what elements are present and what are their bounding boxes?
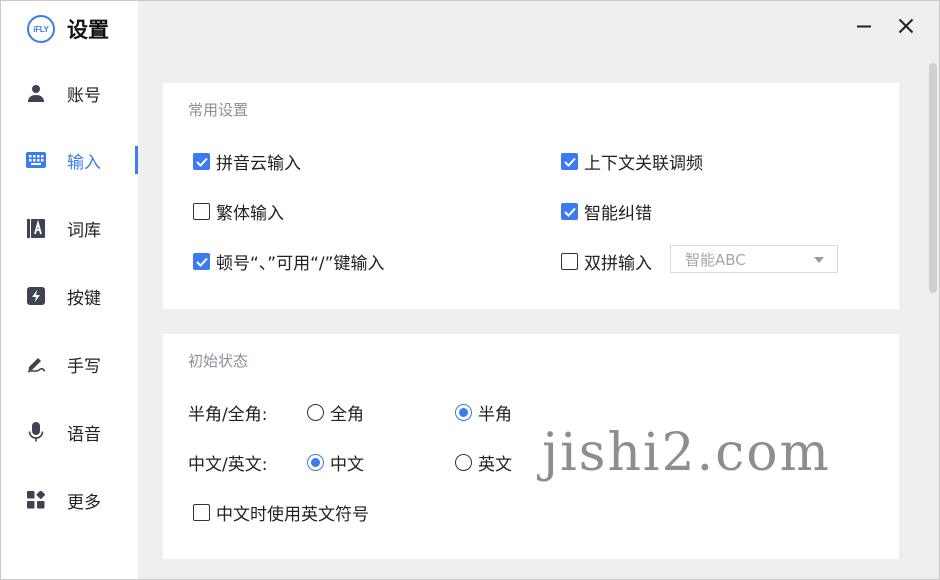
radio-circle xyxy=(455,404,472,421)
sidebar-item-label: 手写 xyxy=(67,356,101,377)
option-label: 顿号“、”可用“/”键输入 xyxy=(216,254,385,274)
checkbox-box xyxy=(193,504,210,521)
checkbox-box xyxy=(561,253,578,270)
sidebar-item-label: 更多 xyxy=(67,492,101,513)
caret-down-icon xyxy=(814,257,824,263)
half-width-radio[interactable]: 半角 xyxy=(455,400,512,425)
traditional-input-checkbox[interactable]: 繁体输入 xyxy=(193,199,284,224)
slash-comma-checkbox[interactable]: 顿号“、”可用“/”键输入 xyxy=(193,249,384,274)
settings-window: iFLY 设置 账号 输入 词库 按键 手写 语音 更多 常用设置 拼音云输入 … xyxy=(0,0,940,580)
checkbox-box xyxy=(193,253,210,270)
minimize-button[interactable] xyxy=(851,15,877,41)
sidebar-item-voice[interactable]: 语音 xyxy=(1,412,138,452)
select-value: 智能ABC xyxy=(685,250,746,269)
sidebar-item-keys[interactable]: 按键 xyxy=(1,276,138,316)
microphone-icon xyxy=(26,422,46,442)
keyboard-icon xyxy=(26,150,46,170)
sidebar-item-label: 输入 xyxy=(67,152,101,173)
option-label: 英文 xyxy=(478,455,512,475)
minus-icon xyxy=(857,18,871,38)
sidebar-item-more[interactable]: 更多 xyxy=(1,480,138,520)
sidebar-item-label: 语音 xyxy=(67,424,101,445)
close-button[interactable] xyxy=(893,15,919,41)
lightning-icon xyxy=(26,286,46,306)
brand: iFLY 设置 xyxy=(27,14,109,44)
sidebar-item-input[interactable]: 输入 xyxy=(1,140,138,180)
sidebar-item-label: 按键 xyxy=(67,288,101,309)
page-title: 设置 xyxy=(67,18,109,42)
chinese-radio[interactable]: 中文 xyxy=(307,450,364,475)
language-mode-label: 中文/英文: xyxy=(188,455,268,475)
shuangpin-scheme-select[interactable]: 智能ABC xyxy=(670,245,838,273)
option-label: 双拼输入 xyxy=(584,254,652,274)
option-label: 智能纠错 xyxy=(584,204,652,224)
option-label: 中文时使用英文符号 xyxy=(216,505,369,525)
pinyin-cloud-checkbox[interactable]: 拼音云输入 xyxy=(193,149,301,174)
option-label: 全角 xyxy=(330,405,364,425)
context-frequency-checkbox[interactable]: 上下文关联调频 xyxy=(561,149,703,174)
sidebar-item-account[interactable]: 账号 xyxy=(1,73,138,113)
pen-icon xyxy=(26,354,46,374)
watermark-text: jishi2.com xyxy=(542,423,831,483)
ifly-logo-icon: iFLY xyxy=(27,15,55,43)
option-label: 上下文关联调频 xyxy=(584,154,703,174)
radio-circle xyxy=(307,404,324,421)
option-label: 半角 xyxy=(478,405,512,425)
sidebar-item-handwrite[interactable]: 手写 xyxy=(1,344,138,384)
option-label: 拼音云输入 xyxy=(216,154,301,174)
radio-circle xyxy=(455,454,472,471)
close-icon xyxy=(898,18,914,39)
checkbox-box xyxy=(193,203,210,220)
scrollbar[interactable] xyxy=(929,63,937,293)
option-label: 中文 xyxy=(330,455,364,475)
section-title: 初始状态 xyxy=(188,352,249,370)
width-mode-label: 半角/全角: xyxy=(188,405,268,425)
shuangpin-checkbox[interactable]: 双拼输入 xyxy=(561,249,652,274)
sidebar-item-label: 词库 xyxy=(67,220,101,241)
full-width-radio[interactable]: 全角 xyxy=(307,400,364,425)
checkbox-box xyxy=(193,153,210,170)
checkbox-box xyxy=(561,153,578,170)
sidebar-item-lexicon[interactable]: 词库 xyxy=(1,208,138,248)
radio-circle xyxy=(307,454,324,471)
person-icon xyxy=(26,83,46,103)
book-icon xyxy=(26,218,46,238)
checkbox-box xyxy=(561,203,578,220)
apps-icon xyxy=(26,490,46,510)
english-punct-checkbox[interactable]: 中文时使用英文符号 xyxy=(193,500,369,525)
smart-correction-checkbox[interactable]: 智能纠错 xyxy=(561,199,652,224)
sidebar: iFLY 设置 账号 输入 词库 按键 手写 语音 更多 xyxy=(1,1,138,579)
english-radio[interactable]: 英文 xyxy=(455,450,512,475)
section-title: 常用设置 xyxy=(188,101,249,119)
common-settings-card: 常用设置 拼音云输入 上下文关联调频 繁体输入 智能纠错 顿号“、”可用“/”键… xyxy=(163,83,899,309)
sidebar-item-label: 账号 xyxy=(67,85,101,106)
option-label: 繁体输入 xyxy=(216,204,284,224)
